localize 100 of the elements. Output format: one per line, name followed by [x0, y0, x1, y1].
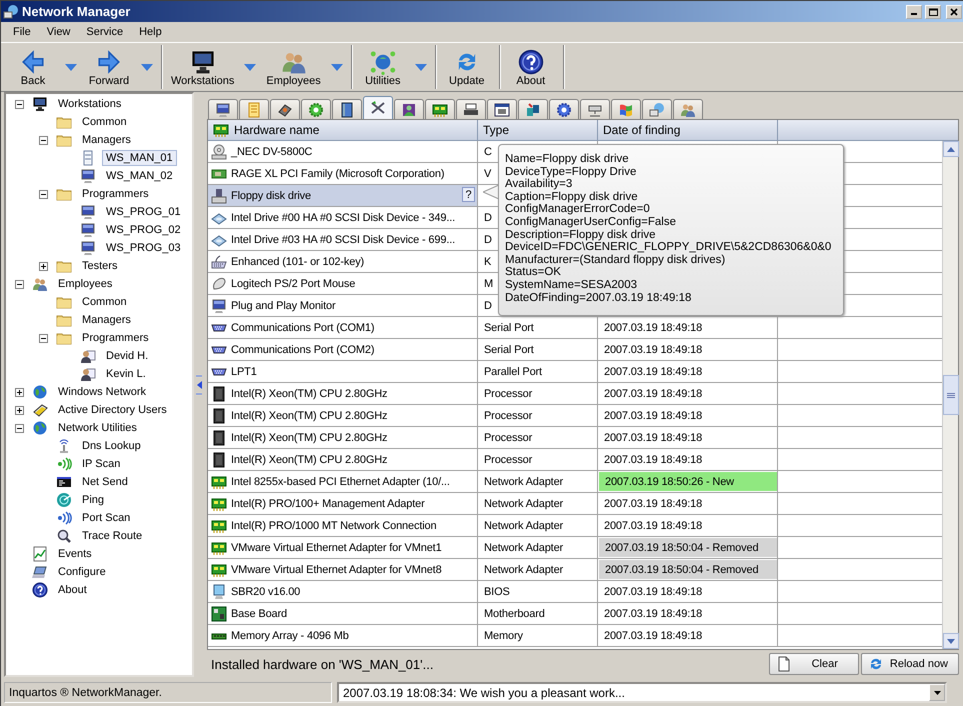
- toolbar-button[interactable]: Forward: [81, 45, 137, 89]
- toolbar-button[interactable]: Workstations: [165, 45, 240, 89]
- collapse-toggle[interactable]: [14, 424, 24, 432]
- scrollbar[interactable]: [942, 141, 958, 649]
- tree-item[interactable]: Active Directory Users: [54, 402, 171, 418]
- gear-icon: [308, 102, 324, 118]
- table-cell: Memory: [484, 630, 523, 642]
- tree-item[interactable]: WS_MAN_02: [102, 168, 177, 184]
- expand-toggle[interactable]: [38, 262, 48, 270]
- tab[interactable]: [270, 99, 300, 119]
- tree-item[interactable]: Trace Route: [78, 528, 146, 544]
- menu-item[interactable]: File: [5, 26, 39, 38]
- tree-item[interactable]: Employees: [54, 276, 116, 292]
- chip-icon: [211, 430, 227, 446]
- table-cell: Intel(R) PRO/100+ Management Adapter: [231, 498, 425, 510]
- tab[interactable]: [208, 99, 238, 119]
- tab[interactable]: [332, 99, 362, 119]
- tree-item[interactable]: Windows Network: [54, 384, 150, 400]
- table-cell: Motherboard: [484, 608, 545, 620]
- tab[interactable]: [487, 99, 517, 119]
- tree-item[interactable]: Events: [54, 546, 96, 562]
- toolbar-button[interactable]: Back: [5, 45, 61, 89]
- network-card-icon: [211, 518, 227, 534]
- collapse-toggle[interactable]: [38, 334, 48, 342]
- tree-item[interactable]: Programmers: [78, 186, 153, 202]
- tab[interactable]: [363, 96, 393, 119]
- message-combo[interactable]: 2007.03.19 18:08:34: We wish you a pleasant work...: [337, 682, 947, 703]
- column-header[interactable]: Hardware name: [234, 123, 320, 137]
- table-cell: Intel(R) Xeon(TM) CPU 2.80GHz: [231, 432, 388, 444]
- maximize-button[interactable]: [925, 4, 941, 18]
- tab[interactable]: [549, 99, 579, 119]
- table-cell: C: [484, 146, 492, 158]
- tree-item[interactable]: Programmers: [78, 330, 153, 346]
- menu-item[interactable]: View: [38, 26, 78, 38]
- caret-icon: [244, 64, 256, 70]
- network-card-icon: [213, 122, 229, 138]
- column-header[interactable]: Date of finding: [603, 123, 680, 137]
- collapse-toggle[interactable]: [14, 280, 24, 288]
- expand-toggle[interactable]: [14, 388, 24, 396]
- table-cell: Memory Array - 4096 Mb: [231, 630, 349, 642]
- tab[interactable]: [394, 99, 424, 119]
- info-badge[interactable]: ?: [462, 187, 475, 202]
- network-card-icon: [211, 496, 227, 512]
- tree-item[interactable]: Managers: [78, 132, 135, 148]
- expand-toggle[interactable]: [14, 406, 24, 414]
- tree-item[interactable]: Testers: [78, 258, 122, 274]
- tab[interactable]: [580, 99, 610, 119]
- note-icon: [246, 102, 262, 118]
- table-cell: Floppy disk drive: [231, 190, 311, 202]
- footer-button[interactable]: Clear: [768, 653, 859, 675]
- tree-item[interactable]: Dns Lookup: [78, 438, 145, 454]
- splitter-handle[interactable]: [196, 374, 202, 394]
- tree-item[interactable]: Configure: [54, 564, 110, 580]
- tree-item[interactable]: Net Send: [78, 474, 132, 490]
- tab[interactable]: [425, 99, 455, 119]
- table-cell: Parallel Port: [484, 366, 542, 378]
- menu-item[interactable]: Service: [78, 26, 132, 38]
- monitor-icon: [215, 102, 231, 118]
- menu-item[interactable]: Help: [131, 26, 170, 38]
- circuit-board-icon: [211, 606, 227, 622]
- chart-icon: [32, 546, 48, 562]
- radar-icon: [56, 492, 72, 508]
- tree-item[interactable]: IP Scan: [78, 456, 124, 472]
- tree-item[interactable]: Devid H.: [102, 348, 152, 364]
- monitor-icon: [80, 168, 96, 184]
- maximize-icon: [928, 8, 938, 16]
- tree-item[interactable]: WS_PROG_03: [102, 240, 185, 256]
- tree-item[interactable]: Network Utilities: [54, 420, 141, 436]
- tree-item[interactable]: Common: [78, 294, 131, 310]
- tree-item[interactable]: Ping: [78, 492, 108, 508]
- table-cell: RAGE XL PCI Family (Microsoft Corporation): [231, 168, 444, 180]
- collapse-toggle[interactable]: [38, 190, 48, 198]
- toolbar-button[interactable]: Utilities: [354, 45, 411, 89]
- close-icon: [950, 8, 958, 16]
- tab[interactable]: [456, 99, 486, 119]
- tree-item[interactable]: Workstations: [54, 96, 126, 112]
- toolbar-button[interactable]: About: [502, 45, 559, 89]
- tree-item[interactable]: About: [54, 582, 91, 598]
- tree-item[interactable]: WS_MAN_01: [102, 150, 177, 166]
- minimize-button[interactable]: [906, 4, 922, 18]
- tree-item[interactable]: Common: [78, 114, 131, 130]
- caret-icon: [934, 690, 940, 694]
- minimize-icon: [911, 13, 917, 15]
- tree-item[interactable]: Kevin L.: [102, 366, 150, 382]
- tree-item[interactable]: Port Scan: [78, 510, 134, 526]
- tree-item[interactable]: WS_PROG_02: [102, 222, 185, 238]
- status-cell: 2007.03.19 18:50:26 - New: [599, 472, 777, 491]
- toolbar-button[interactable]: Update: [438, 45, 495, 89]
- flag-icon: [618, 102, 634, 118]
- tree-item[interactable]: Managers: [78, 312, 135, 328]
- tab[interactable]: [518, 99, 548, 119]
- collapse-toggle[interactable]: [38, 136, 48, 144]
- close-button[interactable]: [946, 4, 962, 18]
- collapse-toggle[interactable]: [14, 100, 24, 108]
- tab[interactable]: [642, 99, 672, 119]
- column-header[interactable]: Type: [483, 123, 510, 137]
- toolbar-button[interactable]: Employees: [260, 45, 327, 89]
- tree-item[interactable]: WS_PROG_01: [102, 204, 185, 220]
- table-cell: 2007.03.19 18:49:18: [604, 520, 702, 532]
- footer-button[interactable]: Reload now: [860, 653, 959, 675]
